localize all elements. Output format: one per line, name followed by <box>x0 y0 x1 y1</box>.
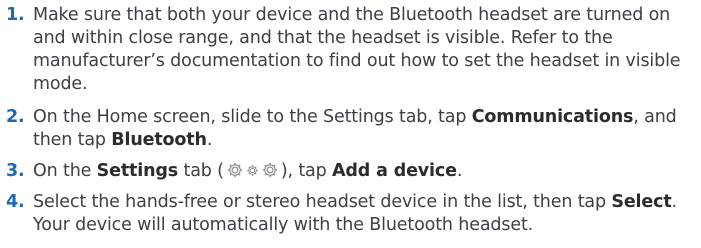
bluetooth-term: Bluetooth <box>111 130 207 150</box>
step-text: Select the hands-free or stereo headset … <box>33 192 612 212</box>
step-number: 3. <box>6 161 25 181</box>
medium-gear-icon <box>262 162 278 178</box>
step-text: On the Home screen, slide to the Setting… <box>33 107 472 127</box>
step-number: 1. <box>6 5 25 25</box>
select-term: Select <box>611 192 672 212</box>
step-2: 2. On the Home screen, slide to the Sett… <box>6 106 701 152</box>
step-number: 4. <box>6 192 25 212</box>
step-4: 4. Select the hands-free or stereo heads… <box>6 191 701 237</box>
step-text: . <box>206 130 213 150</box>
small-gear-icon <box>246 164 258 176</box>
step-number: 2. <box>6 107 25 127</box>
large-gear-icon <box>227 162 243 178</box>
step-text: Make sure that both your device and the … <box>33 5 681 94</box>
step-1: 1. Make sure that both your device and t… <box>6 4 701 96</box>
communications-term: Communications <box>471 107 634 127</box>
settings-gears-icon <box>226 161 279 179</box>
step-text: . <box>456 161 463 181</box>
step-text: ), tap <box>280 161 332 181</box>
step-text: tab ( <box>178 161 224 181</box>
instruction-steps: 1. Make sure that both your device and t… <box>6 4 701 237</box>
settings-term: Settings <box>96 161 179 181</box>
add-device-term: Add a device <box>332 161 457 181</box>
step-text: On the <box>33 161 97 181</box>
step-3: 3. On the Settings tab ( ), tap Add a dev… <box>6 160 701 183</box>
